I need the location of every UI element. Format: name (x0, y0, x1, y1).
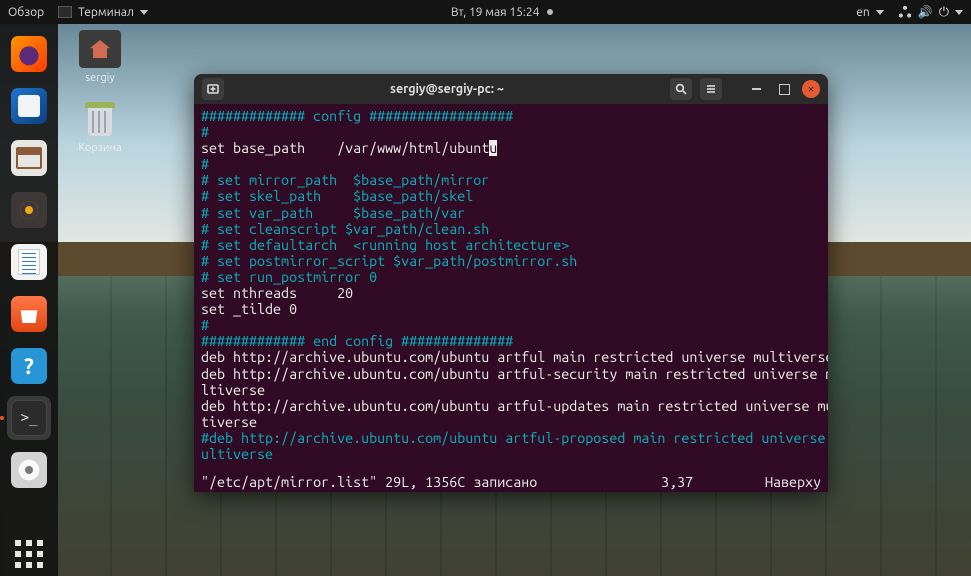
help-icon (11, 348, 47, 384)
terminal-window: sergiy@sergiy-pc: ~ ############# config… (194, 74, 828, 492)
dock-item-rhythmbox[interactable] (7, 188, 51, 232)
window-title: sergiy@sergiy-pc: ~ (232, 81, 662, 97)
trash-icon[interactable]: Корзина (70, 100, 130, 154)
status-file: "/etc/apt/mirror.list" 29L, 1356C записа… (201, 474, 537, 490)
maximize-button[interactable] (774, 79, 794, 99)
terminal-small-icon (58, 6, 72, 18)
home-folder-icon[interactable]: sergiy (70, 30, 130, 84)
desktop-icons-area: sergiy Корзина (70, 30, 130, 154)
dock-item-writer[interactable] (7, 240, 51, 284)
dock-item-files[interactable] (7, 136, 51, 180)
terminal-content[interactable]: ############# config ###################… (194, 104, 828, 492)
app-menu-label: Терминал (78, 6, 134, 19)
trash-can-icon (79, 100, 121, 138)
show-applications-button[interactable] (7, 532, 51, 576)
network-icon (898, 5, 912, 19)
notification-dot-icon (547, 9, 553, 15)
input-lang-indicator[interactable]: en (856, 6, 883, 19)
system-status-area[interactable] (898, 5, 963, 20)
activities-label: Обзор (8, 6, 44, 19)
dock-item-thunderbird[interactable] (7, 84, 51, 128)
home-icon (90, 40, 110, 58)
close-button[interactable] (802, 80, 820, 98)
power-icon (939, 5, 949, 20)
window-titlebar[interactable]: sergiy@sergiy-pc: ~ (194, 74, 828, 104)
clock-area[interactable]: Вт, 19 мая 15:24 (148, 6, 856, 19)
trash-label: Корзина (78, 142, 121, 154)
chevron-down-icon (955, 10, 963, 15)
status-position: 3,37 (661, 474, 751, 490)
app-menu[interactable]: Терминал (58, 6, 148, 19)
activities-button[interactable]: Обзор (8, 6, 44, 19)
minimize-button[interactable] (746, 79, 766, 99)
volume-icon (918, 5, 933, 19)
firefox-icon (11, 36, 47, 72)
dock-item-firefox[interactable] (7, 32, 51, 76)
chevron-down-icon (140, 10, 148, 15)
home-folder-label: sergiy (85, 72, 114, 84)
search-button[interactable] (670, 78, 692, 100)
top-panel: Обзор Терминал Вт, 19 мая 15:24 en (0, 0, 971, 24)
menu-button[interactable] (700, 78, 722, 100)
files-icon (11, 140, 47, 176)
terminal-icon (11, 400, 47, 436)
music-icon (11, 192, 47, 228)
lang-label: en (856, 6, 869, 19)
dock-item-help[interactable] (7, 344, 51, 388)
chevron-down-icon (876, 10, 884, 15)
new-tab-button[interactable] (202, 78, 224, 100)
datetime-label: Вт, 19 мая 15:24 (451, 6, 540, 19)
document-icon (11, 244, 47, 280)
folder-icon (79, 30, 121, 68)
dock-item-disc[interactable] (7, 448, 51, 492)
shopping-bag-icon (11, 296, 47, 332)
thunderbird-icon (11, 88, 47, 124)
dock-item-software[interactable] (7, 292, 51, 336)
disc-icon (11, 452, 47, 488)
dock-item-terminal[interactable] (7, 396, 51, 440)
status-where: Наверху (751, 474, 821, 490)
dock (0, 24, 58, 576)
apps-grid-icon (11, 536, 47, 572)
editor-status-line: "/etc/apt/mirror.list" 29L, 1356C записа… (201, 474, 821, 490)
